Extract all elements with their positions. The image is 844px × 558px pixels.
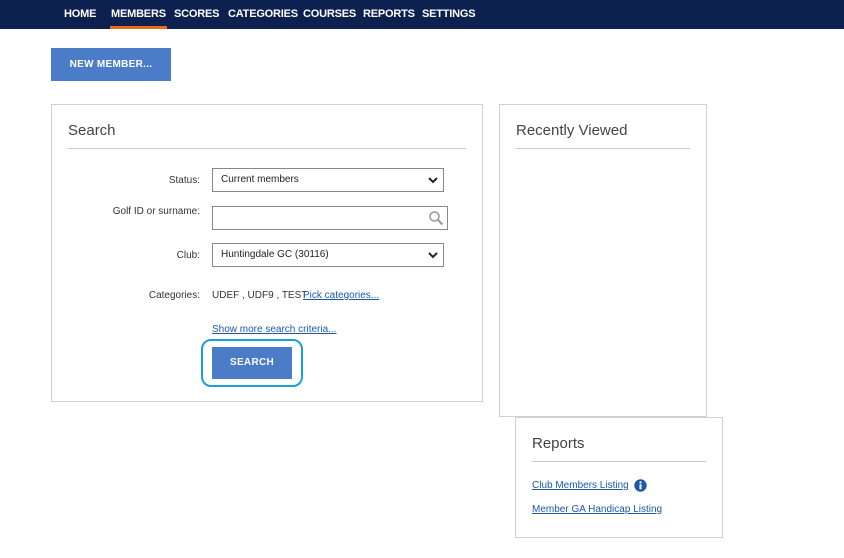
pick-categories-link[interactable]: Pick categories... <box>303 290 379 301</box>
report-link-member-ga-handicap-listing[interactable]: Member GA Handicap Listing <box>532 504 662 515</box>
status-select[interactable]: Current members <box>212 168 444 192</box>
club-select[interactable]: Huntingdale GC (30116) <box>212 243 444 267</box>
reports-title: Reports <box>532 435 585 452</box>
golf-id-label: Golf ID or surname: <box>112 206 200 217</box>
categories-label: Categories: <box>148 290 200 301</box>
search-panel-title: Search <box>68 122 116 139</box>
chevron-down-icon <box>428 177 438 184</box>
top-navigation-bar: HOME MEMBERS SCORES CATEGORIES COURSES R… <box>0 0 844 29</box>
nav-item-members[interactable]: MEMBERS <box>110 0 167 29</box>
show-more-criteria-link[interactable]: Show more search criteria... <box>212 324 337 335</box>
chevron-down-icon <box>428 252 438 259</box>
recently-viewed-panel <box>499 104 707 417</box>
search-button[interactable]: SEARCH <box>212 347 292 379</box>
nav-item-reports[interactable]: REPORTS <box>363 0 415 29</box>
recently-viewed-divider <box>516 148 690 149</box>
reports-divider <box>532 461 706 462</box>
nav-item-home[interactable]: HOME <box>64 0 96 29</box>
status-label: Status: <box>168 175 200 186</box>
status-select-value: Current members <box>221 174 299 185</box>
nav-item-scores[interactable]: SCORES <box>174 0 219 29</box>
nav-item-settings[interactable]: SETTINGS <box>422 0 476 29</box>
new-member-button[interactable]: NEW MEMBER... <box>51 48 171 81</box>
recently-viewed-title: Recently Viewed <box>516 122 628 139</box>
categories-value: UDEF , UDF9 , TEST <box>212 290 308 301</box>
nav-item-courses[interactable]: COURSES <box>303 0 356 29</box>
report-link-club-members-listing[interactable]: Club Members Listing <box>532 480 629 491</box>
search-panel-divider <box>68 148 466 149</box>
nav-item-categories[interactable]: CATEGORIES <box>228 0 298 29</box>
club-select-value: Huntingdale GC (30116) <box>221 249 329 260</box>
club-label: Club: <box>176 250 200 261</box>
search-icon[interactable] <box>428 210 444 226</box>
golf-id-search-input[interactable] <box>212 206 448 230</box>
info-icon[interactable] <box>634 479 647 492</box>
